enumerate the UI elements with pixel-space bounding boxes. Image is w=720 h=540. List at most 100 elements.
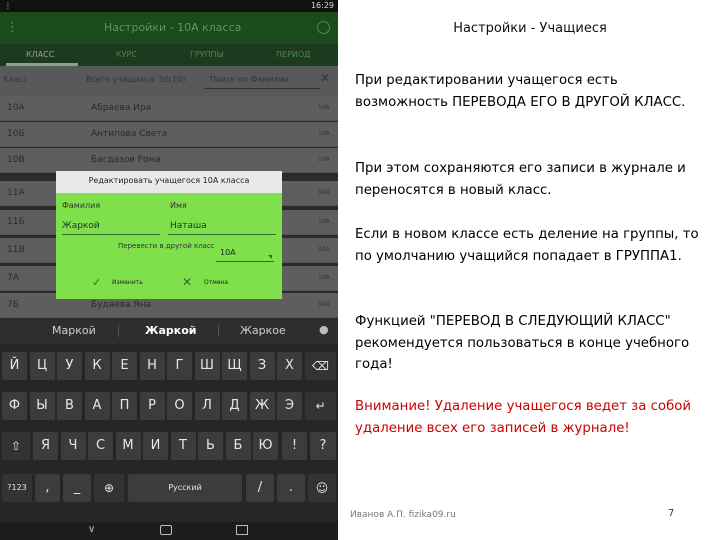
key[interactable]: С — [88, 432, 113, 460]
transfer-class-select[interactable]: 10А — [220, 248, 236, 257]
dropdown-arrow-icon[interactable] — [268, 255, 272, 259]
enter-key[interactable]: ↵ — [305, 392, 336, 420]
row-class: 7Б — [7, 300, 19, 310]
key[interactable]: Л — [194, 392, 220, 420]
row-sub: 10А — [318, 104, 330, 111]
key[interactable]: К — [84, 352, 110, 380]
key[interactable]: . — [277, 474, 305, 502]
paragraph: При этом сохраняются его записи в журнал… — [355, 161, 686, 198]
backspace-key[interactable]: ⌫ — [305, 352, 336, 380]
key[interactable]: У — [57, 352, 82, 380]
home-icon[interactable] — [160, 525, 172, 535]
tab-period[interactable]: ПЕРИОД — [276, 50, 310, 59]
key[interactable]: ! — [282, 432, 307, 460]
suggestion[interactable]: Маркой — [52, 324, 96, 337]
clear-search-icon[interactable]: ✕ — [320, 71, 330, 85]
key[interactable]: Ж — [249, 392, 275, 420]
key[interactable]: Ф — [2, 392, 27, 420]
key[interactable]: Ч — [60, 432, 86, 460]
key[interactable]: Е — [112, 352, 137, 380]
cancel-button[interactable]: Отмена — [204, 279, 228, 286]
slide-title: Настройки - Учащиеся — [453, 21, 607, 36]
key[interactable]: Б — [225, 432, 251, 460]
check-icon[interactable]: ✓ — [92, 276, 101, 289]
row-sub: 10А — [318, 130, 330, 137]
class-column-label: Класс — [3, 75, 28, 84]
key[interactable]: Ц — [29, 352, 55, 380]
row-class: 7А — [7, 273, 19, 283]
page-number: 7 — [668, 508, 675, 519]
table-row[interactable]: 10Б Антипова Света 10А — [0, 122, 338, 147]
key[interactable]: Х — [277, 352, 302, 380]
key[interactable]: Я — [33, 432, 58, 460]
recent-apps-icon[interactable] — [236, 525, 248, 535]
app-bar: ⋮ Настройки - 10А класса — [0, 12, 338, 44]
row-sub: 10А — [318, 218, 330, 225]
close-icon[interactable]: ✕ — [182, 275, 192, 289]
app-title: Настройки - 10А класса — [104, 21, 242, 34]
microphone-icon[interactable]: ● — [319, 323, 329, 336]
key[interactable]: З — [249, 352, 275, 380]
emoji-icon[interactable]: ☺ — [308, 474, 336, 502]
key[interactable]: Г — [167, 352, 192, 380]
phone-screenshot: ⋮ 16:29 ⋮ Настройки - 10А класса КЛАСС К… — [0, 0, 338, 540]
symbols-key[interactable]: ?123 — [2, 474, 32, 502]
row-class: 11В — [7, 245, 25, 255]
edit-student-dialog: Редактировать учащегося 10А класса Фамил… — [56, 171, 282, 299]
key[interactable]: Э — [277, 392, 302, 420]
key[interactable]: _ — [63, 474, 91, 502]
info-icon[interactable] — [317, 21, 330, 34]
suggestion[interactable]: Жаркой — [145, 324, 197, 337]
key[interactable]: И — [143, 432, 168, 460]
shift-key[interactable]: ⇧ — [2, 432, 30, 460]
onscreen-keyboard: Маркой Жаркой Жаркое ● Й Ц У К Е Н Г Ш Щ З Х ⌫ Ф Ы В А П… — [0, 318, 338, 522]
key[interactable]: ? — [310, 432, 336, 460]
back-icon[interactable]: ∨ — [88, 524, 95, 535]
table-row[interactable]: 10А Абраева Ира 10А — [0, 96, 338, 121]
key[interactable]: Р — [139, 392, 165, 420]
search-input[interactable]: Поиск по Фамилии — [210, 75, 289, 84]
transfer-label: Перевести в другой класс — [118, 242, 215, 250]
name-field[interactable]: Наташа — [170, 221, 207, 231]
key[interactable]: , — [35, 474, 60, 502]
surname-label: Фамилия — [62, 201, 101, 210]
paragraph: При редактировании учащегося есть возмож… — [355, 73, 686, 110]
row-student: Будаева Яна — [91, 300, 152, 310]
key[interactable]: Ы — [29, 392, 55, 420]
key[interactable]: Й — [2, 352, 27, 380]
status-bar: ⋮ 16:29 — [0, 0, 338, 12]
key[interactable]: Щ — [222, 352, 247, 380]
filter-bar: Класс Всего учащихся: 56(10) Поиск по Фа… — [0, 66, 338, 96]
save-button[interactable]: Изменить — [112, 279, 143, 286]
key[interactable]: П — [112, 392, 137, 420]
row-class: 11Б — [7, 217, 25, 227]
surname-field[interactable]: Жаркой — [62, 221, 100, 231]
key[interactable]: Ю — [253, 432, 278, 460]
globe-icon[interactable]: ⊕ — [94, 474, 124, 502]
key[interactable]: М — [115, 432, 141, 460]
table-row[interactable]: 10В Багдазов Рома 10А — [0, 148, 338, 173]
divider — [218, 325, 219, 337]
key[interactable]: А — [84, 392, 110, 420]
key[interactable]: О — [167, 392, 192, 420]
row-class: 10Б — [7, 129, 25, 139]
suggestion-bar: Маркой Жаркой Жаркое ● — [0, 318, 338, 344]
key[interactable]: / — [246, 474, 274, 502]
key[interactable]: Ь — [198, 432, 223, 460]
tab-groups[interactable]: ГРУППЫ — [190, 50, 224, 59]
key[interactable]: В — [57, 392, 82, 420]
menu-icon[interactable]: ⋮ — [6, 20, 19, 35]
key[interactable]: Т — [170, 432, 196, 460]
row-class: 10А — [7, 103, 25, 113]
key[interactable]: Д — [222, 392, 247, 420]
status-time: 16:29 — [310, 1, 334, 10]
space-key[interactable]: Русский — [128, 474, 242, 502]
key[interactable]: Ш — [194, 352, 220, 380]
suggestion[interactable]: Жаркое — [240, 324, 286, 337]
tab-class[interactable]: КЛАСС — [26, 50, 54, 59]
paragraph: Если в новом классе есть деление на груп… — [355, 227, 699, 264]
row-sub: 10А — [318, 189, 330, 196]
row-sub: 10А — [318, 274, 330, 281]
tab-course[interactable]: КУРС — [116, 50, 137, 59]
key[interactable]: Н — [139, 352, 165, 380]
